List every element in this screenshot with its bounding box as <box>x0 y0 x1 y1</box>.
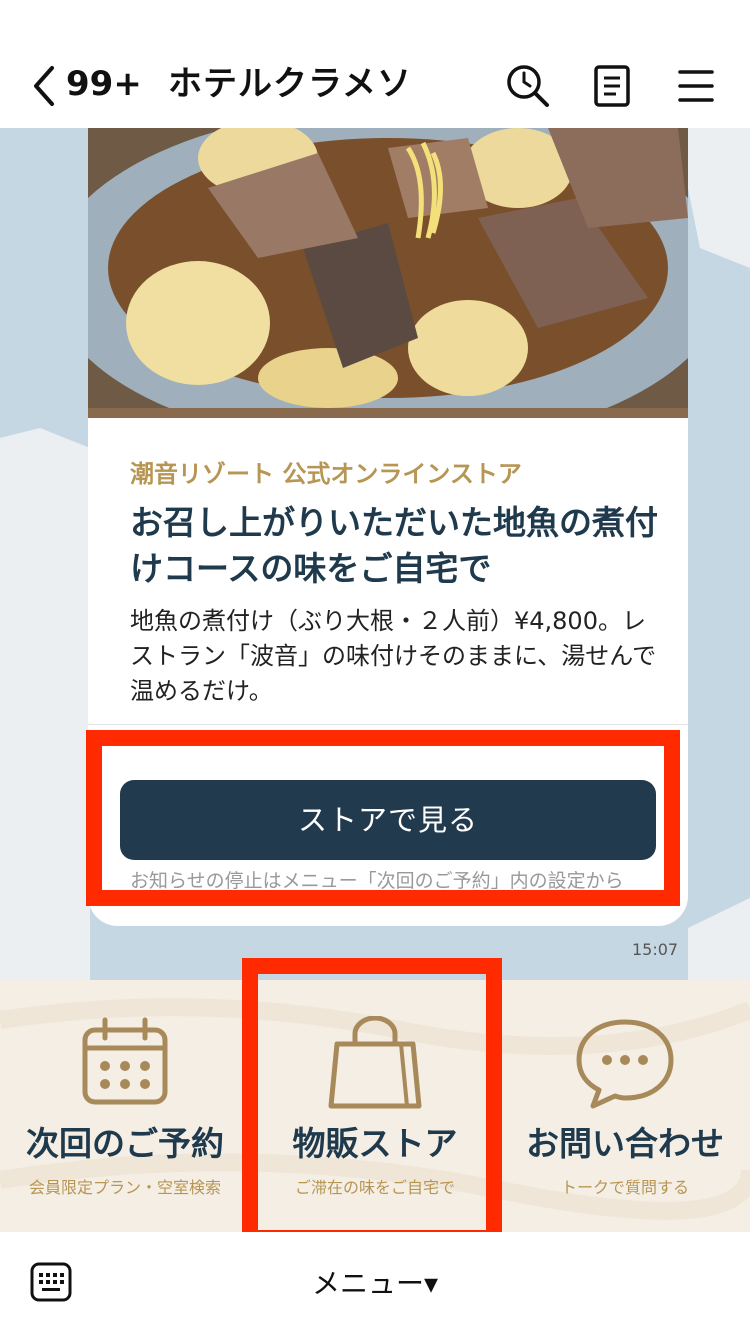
speech-bubble-icon <box>576 1019 674 1109</box>
chat-header: 99+ ホテルクラメソ <box>0 0 750 128</box>
unread-count[interactable]: 99+ <box>66 62 142 106</box>
notes-icon[interactable] <box>588 62 636 110</box>
menu-sub-reservation: 会員限定プラン・空室検索 <box>28 1178 221 1197</box>
bottom-bar: メニュー▾ <box>0 1232 750 1334</box>
menu-sub-contact: トークで質問する <box>560 1178 689 1197</box>
back-arrow-icon[interactable] <box>28 64 68 108</box>
menu-item-contact[interactable]: お問い合わせ トークで質問する <box>500 980 750 1232</box>
highlight-box-cta <box>86 730 680 906</box>
room-title: ホテルクラメソ <box>168 64 412 104</box>
menu-label-reservation: 次回のご予約 <box>26 1124 224 1163</box>
rich-menu-toggle[interactable]: メニュー▾ <box>0 1264 750 1304</box>
menu-item-reservation[interactable]: 次回のご予約 会員限定プラン・空室検索 <box>0 980 250 1232</box>
calendar-icon <box>82 1017 168 1105</box>
store-name: 潮音リゾート 公式オンラインストア <box>130 460 522 488</box>
search-icon[interactable] <box>504 62 552 110</box>
message-body: 地魚の煮付け（ぶり大根・２人前）¥4,800。レストラン「波音」の味付けそのまま… <box>130 607 657 705</box>
menu-label-contact: お問い合わせ <box>526 1124 724 1163</box>
message-timestamp: 15:07 <box>632 940 679 959</box>
hamburger-menu-icon[interactable] <box>672 62 720 110</box>
message-headline: お召し上がりいただいた地魚の煮付けコースの味をご自宅で <box>130 503 658 588</box>
food-photo <box>88 128 688 418</box>
divider <box>88 724 688 725</box>
highlight-box-store-menu <box>242 958 502 1246</box>
